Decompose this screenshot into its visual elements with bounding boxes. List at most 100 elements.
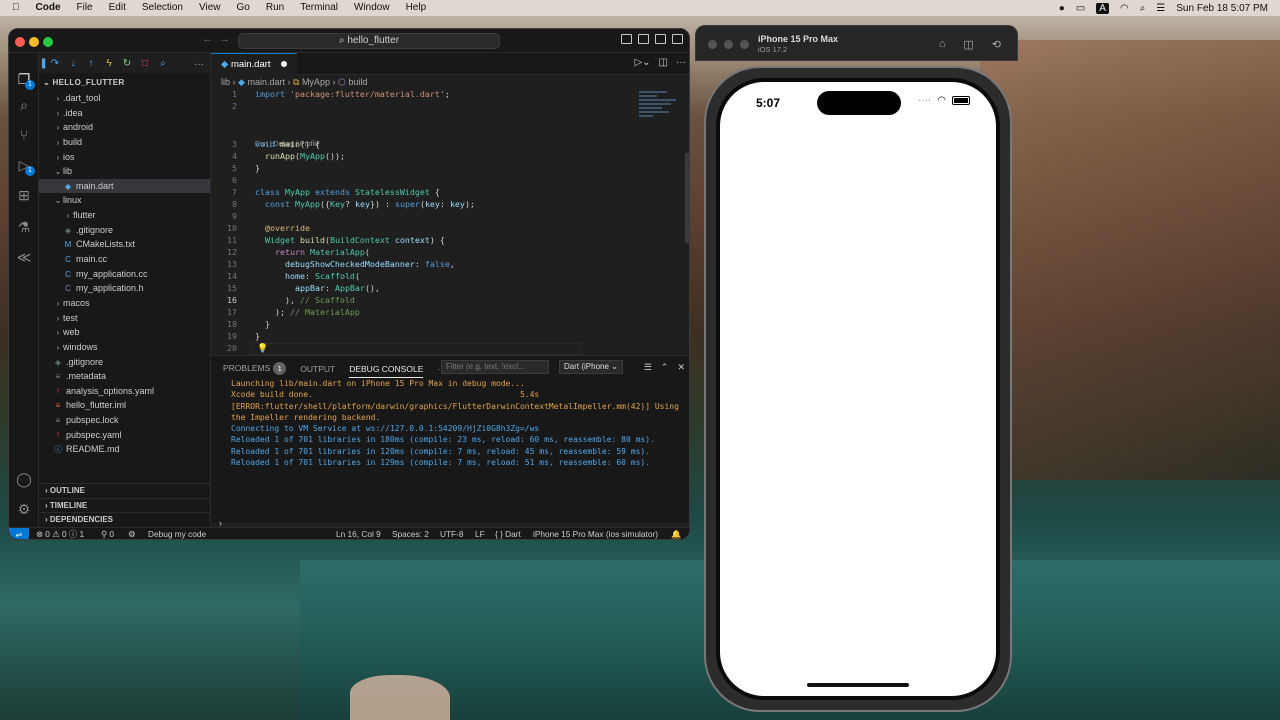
debug-mode-status[interactable]: Debug my code <box>148 528 206 539</box>
sim-minimize-button[interactable] <box>724 40 733 49</box>
device-status[interactable]: iPhone 15 Pro Max (ios simulator) <box>533 528 658 539</box>
forward-arrow-icon[interactable]: → <box>219 33 230 45</box>
breadcrumb-file[interactable]: main.dart <box>247 77 285 87</box>
remote-indicator-icon[interactable]: ⇌ <box>9 528 29 539</box>
cursor-position[interactable]: Ln 16, Col 9 <box>336 528 381 539</box>
wifi-icon[interactable]: ◠ <box>1120 3 1129 14</box>
toggle-panel-icon[interactable] <box>638 34 649 44</box>
tree-folder[interactable]: › web <box>39 325 210 340</box>
tree-file[interactable]: ≡ .metadata <box>39 369 210 384</box>
clear-console-icon[interactable]: ☰ <box>644 362 652 373</box>
step-out-icon[interactable]: ↑ <box>85 58 97 69</box>
home-indicator[interactable] <box>807 683 909 687</box>
testing-icon[interactable]: ⚗ <box>16 219 32 235</box>
tab-debug-console[interactable]: DEBUG CONSOLE <box>349 364 424 378</box>
screenshot-icon[interactable]: ◫ <box>963 38 973 51</box>
language-status[interactable]: { } Dart <box>495 528 521 539</box>
sidebar-icon[interactable]: ▭ <box>1076 3 1085 14</box>
menu-go[interactable]: Go <box>229 0 258 16</box>
close-window-button[interactable] <box>15 37 25 47</box>
tree-folder[interactable]: › .dart_tool <box>39 91 210 106</box>
step-over-icon[interactable]: ↷ <box>49 58 61 69</box>
tree-folder[interactable]: › flutter <box>39 208 210 223</box>
ports-status[interactable]: ⚲ 0 <box>101 528 114 539</box>
tab-output[interactable]: OUTPUT <box>300 364 335 374</box>
tree-folder[interactable]: › windows <box>39 340 210 355</box>
run-debug-icon[interactable]: ▷ 1 <box>16 157 35 176</box>
command-center[interactable]: ⌕ hello_flutter <box>238 33 500 49</box>
tree-folder[interactable]: ⌄ lib <box>39 164 210 179</box>
menu-app-name[interactable]: Code <box>28 0 69 16</box>
unsaved-dot-icon[interactable] <box>280 61 287 67</box>
menubar-clock[interactable]: Sun Feb 18 5:07 PM <box>1176 3 1268 14</box>
menu-run[interactable]: Run <box>258 0 292 16</box>
explorer-icon[interactable]: ❐ 1 <box>16 71 35 90</box>
tree-folder[interactable]: ⌄ linux <box>39 193 210 208</box>
console-filter-input[interactable]: Filter (e.g. text, !excl... <box>441 360 549 374</box>
editor-scrollbar[interactable] <box>685 153 689 243</box>
sim-close-button[interactable] <box>708 40 717 49</box>
close-panel-icon[interactable]: ✕ <box>677 362 685 373</box>
sim-zoom-button[interactable] <box>740 40 749 49</box>
tree-folder[interactable]: › macos <box>39 296 210 311</box>
toggle-secondary-sidebar-icon[interactable] <box>655 34 666 44</box>
tree-file[interactable]: ◈ .gitignore <box>39 223 210 238</box>
tree-file[interactable]: ≡ pubspec.lock <box>39 413 210 428</box>
hot-reload-icon[interactable]: ϟ <box>103 58 115 69</box>
explorer-root-title[interactable]: ⌄ HELLO_FLUTTER <box>43 78 124 87</box>
manage-gear-icon[interactable]: ⚙ <box>16 501 32 517</box>
menu-help[interactable]: Help <box>398 0 435 16</box>
section-outline[interactable]: › OUTLINE <box>39 483 210 498</box>
minimap[interactable] <box>639 89 685 149</box>
menu-selection[interactable]: Selection <box>134 0 191 16</box>
minimize-window-button[interactable] <box>29 37 39 47</box>
tree-file[interactable]: ◆ main.dart <box>39 178 210 194</box>
extensions-icon[interactable]: ⊞ <box>16 187 32 203</box>
debug-config-icon[interactable]: ⚙ <box>128 528 135 539</box>
back-arrow-icon[interactable]: ← <box>202 33 213 45</box>
customize-layout-icon[interactable] <box>672 34 683 44</box>
tree-folder[interactable]: › build <box>39 135 210 150</box>
section-timeline[interactable]: › TIMELINE <box>39 497 210 513</box>
home-icon[interactable]: ⌂ <box>939 38 946 51</box>
encoding-status[interactable]: UTF-8 <box>440 528 464 539</box>
flutter-icon[interactable]: ≪ <box>16 249 32 265</box>
zoom-window-button[interactable] <box>43 37 53 47</box>
app-screen[interactable]: 5:07 ···· ◠ <box>720 82 996 696</box>
spotlight-icon[interactable]: ⌕ <box>1140 3 1146 14</box>
indentation-status[interactable]: Spaces: 2 <box>392 528 429 539</box>
restart-icon[interactable]: ↻ <box>121 58 133 69</box>
rotate-icon[interactable]: ⟲ <box>992 38 1001 51</box>
menu-file[interactable]: File <box>69 0 101 16</box>
tree-file[interactable]: Cmy_application.cc <box>39 267 210 282</box>
stop-icon[interactable]: □ <box>139 58 151 69</box>
tree-file[interactable]: ! analysis_options.yaml <box>39 384 210 399</box>
source-control-icon[interactable]: ⑂ <box>16 127 32 143</box>
accounts-icon[interactable]: ◯ <box>16 471 32 487</box>
breadcrumb-lib[interactable]: lib <box>221 77 230 87</box>
problems-status[interactable]: ⊗ 0 ⚠ 0 ⓘ 1 <box>36 528 84 539</box>
breadcrumb-method[interactable]: build <box>348 77 367 87</box>
tree-file[interactable]: ⓘ README.md <box>39 442 210 457</box>
breadcrumb-class[interactable]: MyApp <box>302 77 330 87</box>
search-view-icon[interactable]: ⌕ <box>16 97 32 113</box>
input-source-icon[interactable]: A <box>1096 2 1109 14</box>
notifications-bell-icon[interactable]: 🔔 <box>671 528 681 539</box>
eol-status[interactable]: LF <box>475 528 485 539</box>
control-center-icon[interactable]: ☰ <box>1156 3 1165 14</box>
tree-file[interactable]: ≡ hello_flutter.iml <box>39 398 210 413</box>
split-editor-icon[interactable]: ◫ <box>659 57 668 68</box>
section-dependencies[interactable]: › DEPENDENCIES <box>39 512 210 527</box>
tree-folder[interactable]: › .idea <box>39 106 210 121</box>
tree-file[interactable]: Cmain.cc <box>39 252 210 267</box>
tree-folder[interactable]: › ios <box>39 150 210 165</box>
more-actions-icon[interactable]: ··· <box>194 59 204 70</box>
tab-problems[interactable]: PROBLEMS 1 <box>223 362 287 375</box>
step-into-icon[interactable]: ↓ <box>67 58 79 69</box>
tree-file[interactable]: Cmy_application.h <box>39 281 210 296</box>
menu-window[interactable]: Window <box>346 0 398 16</box>
devtools-search-icon[interactable]: ⌕ <box>157 58 169 69</box>
menu-edit[interactable]: Edit <box>101 0 134 16</box>
vpn-icon[interactable]: ● <box>1059 3 1065 14</box>
apple-icon[interactable]:  <box>0 0 28 16</box>
